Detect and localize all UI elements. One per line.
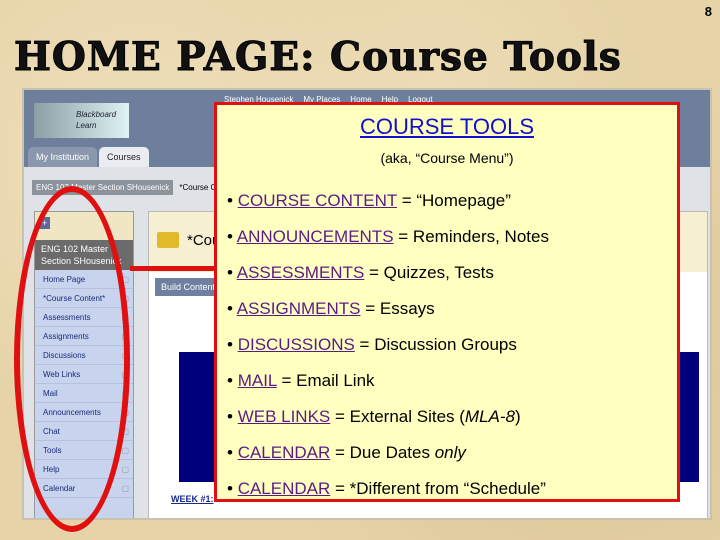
folder-icon [157,232,179,248]
emphasis: only [434,443,466,462]
week-link[interactable]: WEEK #1: [171,494,214,504]
tool-description: = Email Link [276,371,375,390]
callout-item: • CALENDAR = *Different from “Schedule” [227,479,546,498]
callout-item: • ANNOUNCEMENTS = Reminders, Notes [227,227,549,246]
tool-name: DISCUSSIONS [237,335,355,354]
tool-description: = External Sites ( [330,407,465,426]
tool-name: CALENDAR [237,443,331,462]
tool-description: = Essays [360,299,435,318]
tool-description: = *Different from “Schedule” [330,479,546,498]
course-tools-callout: COURSE TOOLS (aka, “Course Menu”) • COUR… [214,102,680,502]
connector-line [130,266,216,271]
breadcrumb-course[interactable]: ENG 102 Master Section SHousenick [32,180,174,195]
tool-description: = “Homepage” [397,191,511,210]
tool-name: ANNOUNCEMENTS [236,227,394,246]
page-number: 8 [704,4,712,19]
callout-item: • ASSIGNMENTS = Essays [227,299,435,318]
tool-name: ASSESSMENTS [236,263,365,282]
tool-description: = Due Dates [330,443,435,462]
callout-item: • DISCUSSIONS = Discussion Groups [227,335,517,354]
callout-item: • MAIL = Email Link [227,371,375,390]
tab-my-institution[interactable]: My Institution [28,147,98,167]
tab-courses[interactable]: Courses [99,147,149,167]
build-content-button[interactable]: Build Content [155,278,222,296]
blackboard-logo: Blackboard Learn [34,103,129,138]
callout-item: • COURSE CONTENT = “Homepage” [227,191,511,210]
callout-item: • WEB LINKS = External Sites (MLA-8) [227,407,521,426]
tool-name: COURSE CONTENT [237,191,397,210]
tool-name: CALENDAR [237,479,331,498]
tool-name: WEB LINKS [237,407,331,426]
callout-item: • ASSESSMENTS = Quizzes, Tests [227,263,494,282]
tool-description: = Quizzes, Tests [364,263,494,282]
slide-title: HOME PAGE: Course Tools [14,34,622,81]
tool-description: = Discussion Groups [354,335,517,354]
tool-description: = Reminders, Notes [393,227,549,246]
callout-title: COURSE TOOLS [359,114,534,139]
callout-item: • CALENDAR = Due Dates only [227,443,466,462]
tool-name: MAIL [237,371,277,390]
highlight-ellipse [14,186,130,532]
tool-name: ASSIGNMENTS [236,299,361,318]
callout-subtitle: (aka, “Course Menu”) [380,150,514,166]
tool-description-tail: ) [515,407,521,426]
emphasis: MLA-8 [464,407,515,426]
